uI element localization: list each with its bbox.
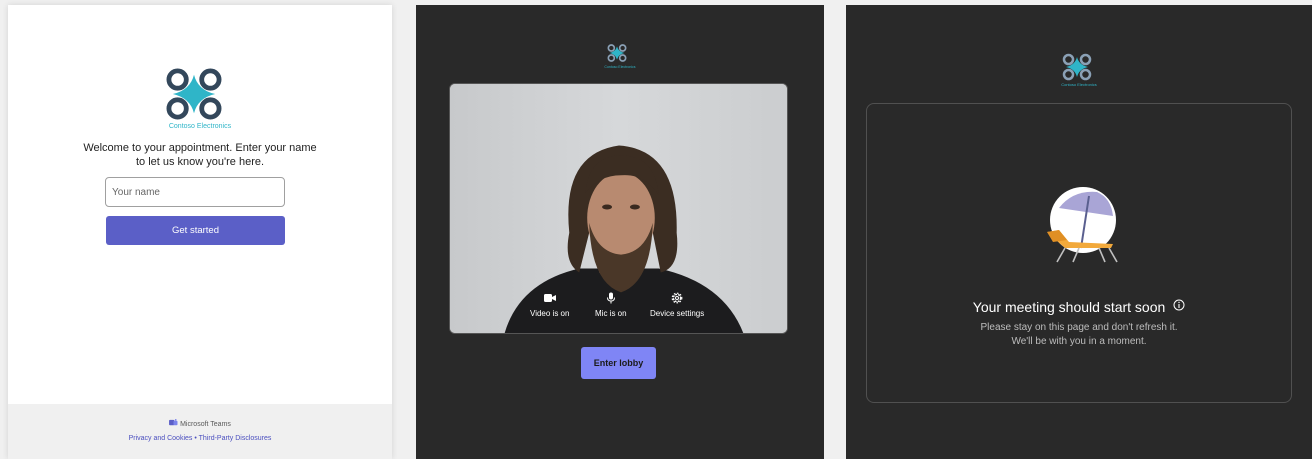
video-status-label: Video is on bbox=[530, 309, 570, 318]
brand-name: Contoso Electronics bbox=[604, 65, 636, 69]
enter-lobby-button[interactable]: Enter lobby bbox=[581, 347, 656, 379]
brand-name: Contoso Electronics bbox=[1061, 82, 1097, 87]
waiting-card: Your meeting should start soon Please st… bbox=[866, 103, 1292, 403]
privacy-link[interactable]: Privacy and Cookies bbox=[129, 435, 193, 442]
device-settings-button[interactable]: Device settings bbox=[650, 292, 704, 318]
teams-icon bbox=[169, 419, 178, 426]
mic-toggle[interactable]: Mic is on bbox=[595, 292, 627, 318]
drone-logo-icon bbox=[607, 44, 627, 62]
video-toggle[interactable]: Video is on bbox=[530, 292, 569, 318]
disclosures-link[interactable]: Third-Party Disclosures bbox=[199, 435, 272, 442]
device-settings-label: Device settings bbox=[650, 309, 705, 318]
waiting-title-text: Your meeting should start soon bbox=[972, 299, 1166, 315]
drone-logo-icon bbox=[1062, 53, 1092, 81]
video-preview: Video is on Mic is on Device settings bbox=[449, 83, 788, 334]
brand-name: Contoso Electronics bbox=[168, 123, 232, 130]
prejoin-panel: Contoso Electronics Video is on Mic is o… bbox=[416, 5, 824, 459]
checkin-panel: Contoso Electronics Welcome to your appo… bbox=[8, 5, 392, 459]
lobby-panel: Contoso Electronics Your meeting should … bbox=[846, 5, 1312, 459]
footer: Microsoft Teams Privacy and Cookies • Th… bbox=[8, 404, 392, 459]
mic-status-label: Mic is on bbox=[595, 309, 627, 318]
footer-links: Privacy and Cookies • Third-Party Disclo… bbox=[8, 435, 392, 442]
microphone-icon bbox=[606, 292, 615, 304]
teams-label: Microsoft Teams bbox=[180, 421, 231, 428]
waiting-line-2: We'll be with you in a moment. bbox=[1011, 336, 1147, 347]
waiting-message: Please stay on this page and don't refre… bbox=[867, 321, 1291, 349]
name-input[interactable] bbox=[105, 177, 285, 207]
drone-logo-icon bbox=[166, 68, 222, 120]
teams-branding: Microsoft Teams bbox=[8, 419, 392, 428]
info-icon[interactable] bbox=[1173, 299, 1185, 311]
beach-chair-illustration bbox=[1047, 187, 1118, 263]
video-camera-icon bbox=[543, 294, 556, 302]
waiting-title: Your meeting should start soon bbox=[867, 299, 1291, 315]
waiting-line-1: Please stay on this page and don't refre… bbox=[980, 322, 1178, 333]
welcome-message: Welcome to your appointment. Enter your … bbox=[83, 142, 317, 168]
link-separator: • bbox=[194, 435, 197, 442]
gear-icon bbox=[671, 292, 683, 304]
get-started-button[interactable]: Get started bbox=[106, 216, 285, 245]
